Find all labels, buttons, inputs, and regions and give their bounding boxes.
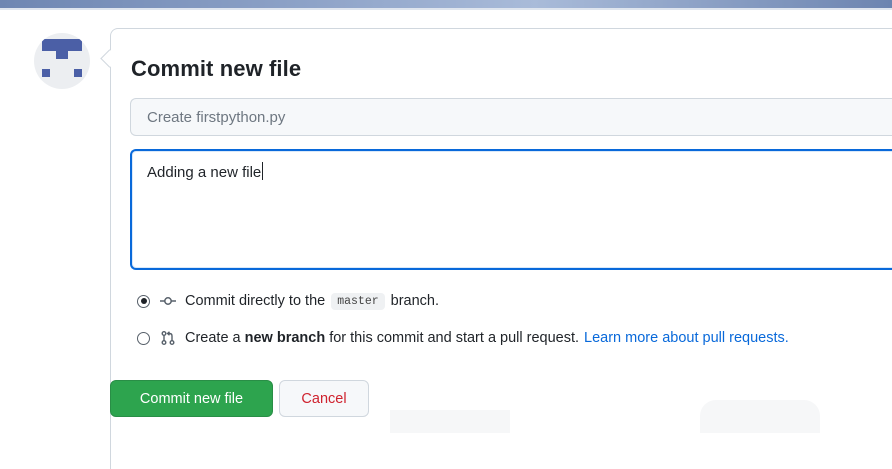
new-branch-radio[interactable] [137, 331, 150, 345]
git-commit-icon [160, 297, 176, 305]
commit-directly-suffix: branch. [390, 293, 440, 309]
avatar[interactable] [34, 33, 90, 89]
commit-summary-input[interactable] [130, 98, 892, 136]
commit-directly-label: Commit directly to the [185, 293, 326, 309]
identicon-icon [42, 39, 82, 77]
new-branch-bold: new branch [244, 330, 326, 346]
new-branch-prefix: Create a [185, 330, 241, 346]
commit-directly-option[interactable]: Commit directly to the master branch. [137, 291, 439, 311]
text-caret [262, 162, 264, 180]
commit-description-text: Adding a new file [147, 162, 264, 181]
cancel-button[interactable]: Cancel [279, 380, 369, 417]
branch-name-badge: master [331, 292, 385, 310]
page-title: Commit new file [131, 56, 302, 81]
new-branch-suffix: for this commit and start a pull request… [329, 330, 580, 346]
commit-new-file-button[interactable]: Commit new file [110, 380, 273, 417]
new-branch-option[interactable]: Create a new branch for this commit and … [137, 328, 789, 348]
git-pull-request-icon [161, 331, 175, 345]
background-artifact [390, 410, 510, 433]
background-artifact [700, 400, 820, 433]
top-header-bar [0, 0, 892, 10]
learn-more-pull-requests-link[interactable]: Learn more about pull requests. [584, 330, 789, 346]
commit-description-value: Adding a new file [147, 164, 262, 181]
commit-directly-radio[interactable] [137, 294, 150, 308]
